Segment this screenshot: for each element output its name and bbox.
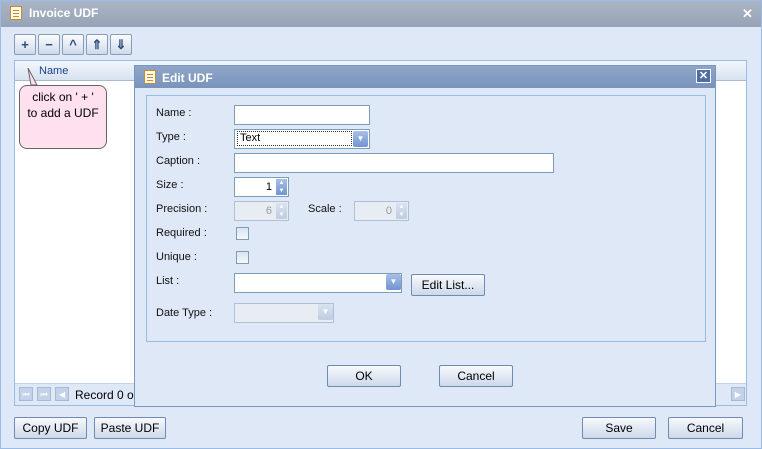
required-checkbox[interactable] [236,227,249,240]
pager-prev-icon[interactable]: ◀ [55,387,69,401]
scale-stepper: 0 ▲ ▼ [354,201,409,221]
unique-checkbox[interactable] [236,251,249,264]
size-label: Size : [156,179,184,191]
column-header-name[interactable]: Name [39,65,68,77]
pager-first-icon[interactable]: ⏮ [19,387,33,401]
list-label: List : [156,275,180,287]
dialog-cancel-button[interactable]: Cancel [439,365,513,387]
pager-first-page-icon[interactable]: ⏮ [37,387,51,401]
dialog-title: Edit UDF [162,71,213,85]
chevron-down-icon[interactable]: ▼ [386,274,401,290]
size-value: 1 [265,181,272,193]
pager-next-icon[interactable]: ▶ [731,387,745,401]
type-select[interactable]: Text ▼ [234,129,370,149]
remove-udf-button[interactable]: − [38,34,60,55]
callout-tail-icon [27,68,38,86]
invoice-udf-window: Invoice UDF ✕ + − ^ ⇑ ⇓ Name ⏮ ⏮ ◀ Recor… [0,0,762,449]
copy-udf-button[interactable]: Copy UDF [14,417,87,439]
caption-input[interactable] [234,153,554,173]
window-title: Invoice UDF [29,6,99,20]
name-input[interactable] [234,105,370,125]
window-close-button[interactable]: ✕ [740,7,755,21]
save-button[interactable]: Save [582,417,656,439]
paste-udf-button[interactable]: Paste UDF [94,417,166,439]
spinner-arrows-icon[interactable]: ▲ ▼ [276,179,287,195]
callout-line-1: click on ' + ' [32,90,94,104]
list-select[interactable] [234,273,402,293]
precision-label: Precision : [156,203,208,215]
window-title-bar[interactable]: Invoice UDF ✕ [1,1,761,27]
required-label: Required : [156,227,207,239]
scale-label: Scale : [308,203,342,215]
move-up-button[interactable]: ^ [62,34,84,55]
precision-value: 6 [265,205,272,217]
spinner-arrows-icon: ▲ ▼ [276,203,287,219]
pager-record-text: Record 0 of [75,388,138,402]
chevron-down-icon[interactable]: ▼ [353,131,368,147]
move-first-button[interactable]: ⇑ [86,34,108,55]
type-select-value: Text [237,131,352,146]
precision-stepper: 6 ▲ ▼ [234,201,289,221]
callout-line-2: to add a UDF [27,106,99,120]
caption-label: Caption : [156,155,201,167]
ok-button[interactable]: OK [327,365,401,387]
add-udf-button[interactable]: + [14,34,36,55]
move-last-button[interactable]: ⇓ [110,34,132,55]
document-icon [144,70,156,84]
name-label: Name : [156,107,192,119]
help-callout: click on ' + ' to add a UDF [19,85,107,149]
unique-label: Unique : [156,251,197,263]
size-stepper[interactable]: 1 ▲ ▼ [234,177,289,197]
dialog-close-button[interactable]: ✕ [696,69,711,83]
scale-value: 0 [385,205,392,217]
edit-udf-dialog: Edit UDF ✕ Name : Type : Text ▼ Caption … [134,65,716,407]
document-icon [10,6,22,20]
dialog-title-bar[interactable]: Edit UDF ✕ [135,66,715,88]
cancel-button[interactable]: Cancel [668,417,743,439]
edit-list-button[interactable]: Edit List... [411,274,485,296]
chevron-down-icon: ▼ [318,304,333,320]
type-label: Type : [156,131,186,143]
date-type-label: Date Type : [156,307,213,319]
udf-fieldset: Name : Type : Text ▼ Caption : Size : 1 … [146,95,706,342]
spinner-arrows-icon: ▲ ▼ [396,203,407,219]
